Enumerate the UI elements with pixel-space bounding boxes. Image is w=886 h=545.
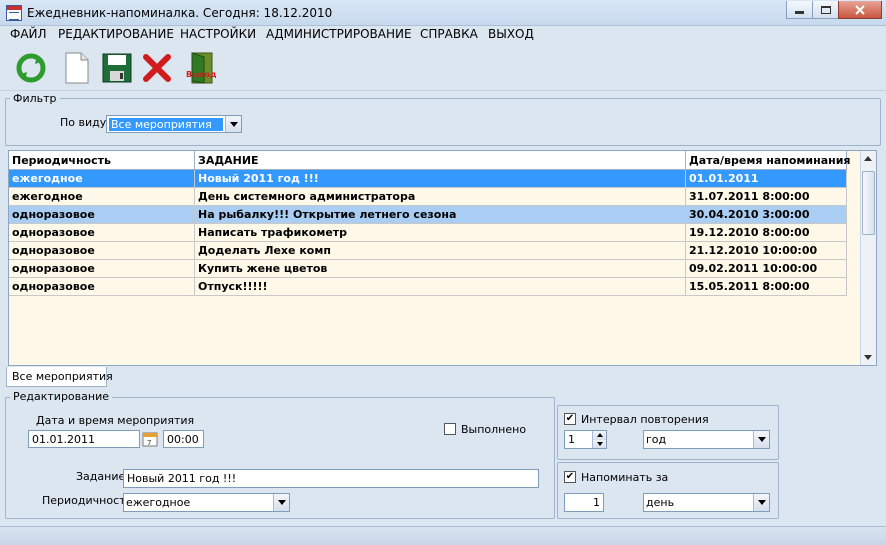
table-row[interactable]: ежегодное День системного администратора… [9, 188, 847, 206]
cell-period: одноразовое [9, 206, 195, 224]
repeat-label: Интервал повторения [581, 413, 709, 426]
remind-checkbox[interactable]: ✔ [564, 471, 576, 483]
table-row[interactable]: одноразовое Отпуск!!!!! 15.05.2011 8:00:… [9, 278, 847, 296]
date-field[interactable]: 01.01.2011 [28, 430, 140, 448]
tab-all-events[interactable]: Все мероприятия [6, 367, 113, 387]
save-button[interactable] [100, 50, 134, 86]
svg-text:7: 7 [147, 439, 151, 447]
done-label: Выполнено [461, 423, 527, 436]
menu-edit[interactable]: РЕДАКТИРОВАНИЕ [58, 27, 174, 41]
repeat-checkbox[interactable]: ✔ [564, 413, 576, 425]
refresh-button[interactable] [14, 50, 48, 86]
table-row[interactable]: одноразовое Доделать Лехе комп 21.12.201… [9, 242, 847, 260]
menu-exit[interactable]: ВЫХОД [488, 27, 534, 41]
table-row[interactable]: одноразовое Купить жене цветов 09.02.201… [9, 260, 847, 278]
remind-unit-select[interactable]: день [643, 493, 770, 512]
chevron-down-icon [273, 494, 289, 511]
menu-help[interactable]: СПРАВКА [420, 27, 478, 41]
maximize-icon [820, 5, 831, 14]
minimize-button[interactable] [786, 1, 813, 19]
filter-by-type-label: По виду [60, 116, 107, 129]
table-row[interactable]: ежегодное Новый 2011 год !!! 01.01.2011 [9, 170, 847, 188]
column-header-datetime[interactable]: Дата/время напоминания [686, 151, 851, 170]
cell-datetime: 21.12.2010 10:00:00 [686, 242, 847, 260]
repeat-unit-value: год [646, 433, 667, 446]
repeat-count-value: 1 [568, 433, 575, 446]
menu-file[interactable]: ФАЙЛ [10, 27, 47, 41]
cell-task: Купить жене цветов [195, 260, 686, 278]
refresh-icon [16, 53, 46, 83]
check-icon: ✔ [565, 471, 575, 482]
close-icon [855, 4, 865, 15]
filter-by-type-select[interactable]: Все мероприятия [106, 115, 242, 133]
svg-text:Выход: Выход [186, 70, 217, 79]
cell-datetime: 01.01.2011 [686, 170, 847, 188]
time-field[interactable]: 00:00 [163, 430, 204, 448]
cell-datetime: 31.07.2011 8:00:00 [686, 188, 847, 206]
cell-period: одноразовое [9, 278, 195, 296]
done-checkbox[interactable] [444, 423, 456, 435]
save-icon [102, 53, 132, 83]
check-icon: ✔ [565, 413, 575, 424]
cell-datetime: 19.12.2010 8:00:00 [686, 224, 847, 242]
delete-button[interactable] [140, 50, 174, 86]
scroll-down-icon[interactable] [864, 355, 872, 360]
scrollbar-thumb[interactable] [862, 171, 875, 235]
repeat-count-stepper[interactable]: 1 [564, 430, 607, 449]
datetime-label: Дата и время мероприятия [36, 414, 195, 427]
table-row[interactable]: одноразовое На рыбалку!!! Открытие летне… [9, 206, 847, 224]
calendar-button[interactable]: 7 [142, 431, 158, 447]
scroll-up-icon[interactable] [864, 156, 872, 161]
cell-task: Доделать Лехе комп [195, 242, 686, 260]
cell-datetime: 30.04.2010 3:00:00 [686, 206, 847, 224]
cell-task: На рыбалку!!! Открытие летнего сезона [195, 206, 686, 224]
chevron-down-icon [753, 494, 769, 511]
events-table[interactable]: Периодичность ЗАДАНИЕ Дата/время напомин… [8, 150, 877, 366]
calendar-icon: 7 [142, 432, 158, 447]
cell-period: ежегодное [9, 188, 195, 206]
column-header-task[interactable]: ЗАДАНИЕ [195, 151, 686, 170]
remind-label: Напоминать за [581, 471, 669, 484]
new-document-icon [65, 52, 89, 84]
cell-period: одноразовое [9, 242, 195, 260]
chevron-down-icon [753, 431, 769, 448]
table-scrollbar[interactable] [860, 151, 876, 365]
period-label: Периодичность [42, 494, 133, 507]
minimize-icon [795, 11, 804, 14]
cell-task: День системного администратора [195, 188, 686, 206]
cell-task: Новый 2011 год !!! [195, 170, 686, 188]
filter-legend: Фильтр [10, 92, 60, 105]
cell-task: Отпуск!!!!! [195, 278, 686, 296]
cell-period: одноразовое [9, 224, 195, 242]
chevron-down-icon [225, 116, 241, 132]
repeat-unit-select[interactable]: год [643, 430, 770, 449]
cell-datetime: 15.05.2011 8:00:00 [686, 278, 847, 296]
spinner-icon[interactable] [592, 431, 606, 448]
delete-icon [143, 54, 171, 82]
menu-settings[interactable]: НАСТРОЙКИ [180, 27, 256, 41]
table-row[interactable]: одноразовое Написать трафикометр 19.12.2… [9, 224, 847, 242]
remind-count-field[interactable]: 1 [564, 493, 604, 512]
period-value: ежегодное [126, 496, 191, 509]
cell-period: ежегодное [9, 170, 195, 188]
period-select[interactable]: ежегодное [123, 493, 290, 512]
column-header-period[interactable]: Периодичность [9, 151, 195, 170]
maximize-button[interactable] [812, 1, 839, 19]
menu-administration[interactable]: АДМИНИСТРИРОВАНИЕ [266, 27, 412, 41]
status-bar [0, 526, 886, 545]
window-title: Ежедневник-напоминалка. Сегодня: 18.12.2… [27, 6, 333, 20]
cell-period: одноразовое [9, 260, 195, 278]
edit-legend: Редактирование [10, 390, 112, 403]
task-label: Задание [76, 470, 126, 483]
close-button[interactable] [838, 1, 882, 19]
cell-task: Написать трафикометр [195, 224, 686, 242]
app-icon [6, 5, 22, 21]
cell-datetime: 09.02.2011 10:00:00 [686, 260, 847, 278]
exit-button[interactable]: Выход [184, 50, 218, 86]
exit-door-icon: Выход [186, 52, 217, 84]
task-field[interactable]: Новый 2011 год !!! [123, 469, 539, 488]
filter-by-type-value: Все мероприятия [109, 117, 223, 131]
remind-unit-value: день [646, 496, 675, 509]
new-button[interactable] [60, 50, 94, 86]
